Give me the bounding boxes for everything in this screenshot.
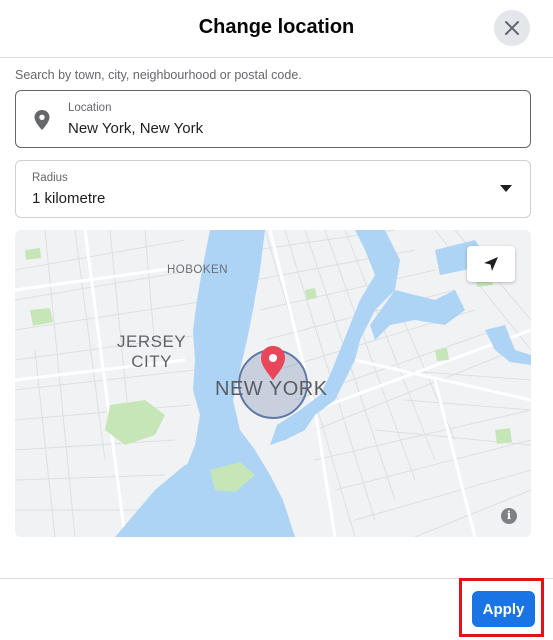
- map-label-jersey-city: JERSEY CITY: [117, 332, 187, 371]
- close-button[interactable]: [494, 10, 530, 46]
- radius-dropdown[interactable]: Radius 1 kilometre: [15, 160, 531, 218]
- location-label: Location: [68, 102, 112, 114]
- map-pin-icon: [34, 110, 50, 130]
- map-label-new-york: NEW YORK: [215, 378, 328, 400]
- dialog-title: Change location: [198, 16, 355, 38]
- map-label-hoboken: HOBOKEN: [167, 264, 229, 276]
- navigation-arrow-icon: [484, 257, 498, 271]
- info-icon[interactable]: i: [501, 508, 517, 524]
- location-map[interactable]: HOBOKEN JERSEY CITY NEW YORK i: [15, 230, 531, 537]
- radius-label: Radius: [32, 172, 68, 184]
- apply-button[interactable]: Apply: [472, 591, 535, 627]
- current-location-button[interactable]: [467, 246, 515, 282]
- caret-down-icon: [500, 185, 512, 192]
- dialog-header: Change location: [0, 0, 553, 58]
- radius-value: 1 kilometre: [32, 190, 106, 207]
- location-field[interactable]: Location New York, New York: [15, 90, 531, 148]
- location-input[interactable]: New York, New York: [68, 120, 203, 137]
- search-hint: Search by town, city, neighbourhood or p…: [15, 68, 302, 82]
- close-icon: [505, 21, 519, 35]
